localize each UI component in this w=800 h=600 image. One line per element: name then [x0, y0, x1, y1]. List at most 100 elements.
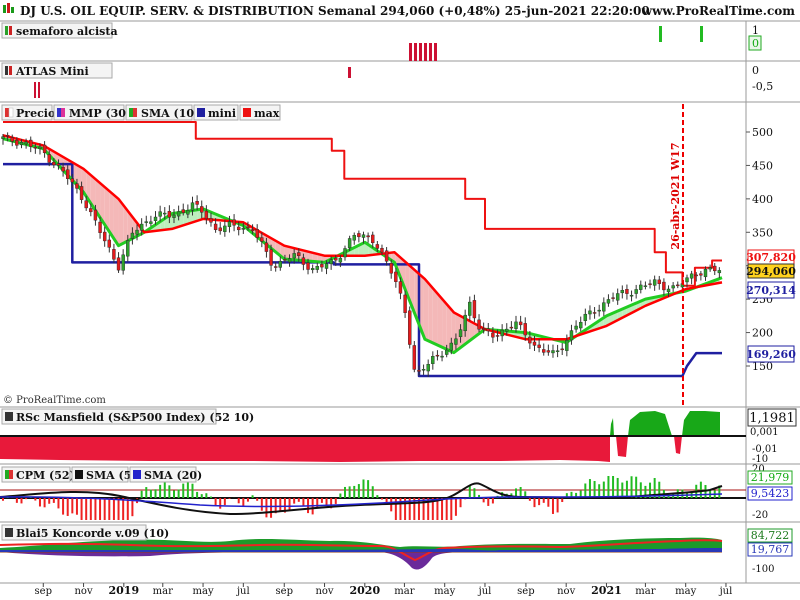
candle-body [380, 247, 384, 253]
cpm-bar [251, 495, 254, 498]
candle-body [153, 216, 158, 221]
cpm-bar [154, 489, 157, 498]
cpm-bar [163, 481, 166, 498]
candle-body [629, 294, 634, 297]
candle-body [551, 350, 555, 354]
koncorde-title: Blai5 Koncorde v.09 (10) [16, 527, 169, 540]
mansfield-legend[interactable]: RSc Mansfield (S&P500 Index) (52 10) [1, 408, 254, 425]
candle-body [449, 342, 454, 351]
candle-body [42, 144, 47, 154]
candle-body [611, 297, 615, 299]
cpm-bar [602, 481, 605, 498]
candle-body [172, 214, 176, 218]
cpm-legend-item[interactable]: CPM (52) [1, 466, 75, 483]
candle-body [555, 350, 560, 352]
cpm-bar [441, 498, 444, 520]
legend-item-max[interactable]: max [239, 104, 281, 121]
cpm-bar [630, 476, 633, 498]
candle-body [371, 234, 375, 244]
legend-item-mmp[interactable]: MMP (30) [53, 104, 131, 121]
cpm-bar [80, 498, 83, 520]
cpm-bar [75, 498, 78, 515]
max-value-label: 307,820 [746, 251, 796, 264]
candle-body [676, 284, 680, 287]
legend-item-precio[interactable]: Precio [1, 104, 55, 121]
koncorde-value-label: 84,722 [751, 529, 790, 542]
site-link[interactable]: www.ProRealTime.com [641, 4, 796, 18]
semaforo-legend[interactable]: semaforo alcista [1, 22, 118, 39]
candle-body [255, 229, 259, 238]
candle-body [440, 355, 444, 358]
cpm-sma5-legend-item[interactable]: SMA (5) [71, 466, 137, 483]
legend-item-sma[interactable]: SMA (10) [125, 104, 199, 121]
candle-body [537, 344, 541, 348]
candle-body [24, 141, 28, 145]
mansfield-ytick: 0,001 [750, 427, 779, 438]
candle-body [625, 289, 629, 294]
cpm-bar [616, 477, 619, 498]
x-axis: sep nov 2019 mar may jul sep nov 2020 mar may jul se… [35, 583, 733, 597]
candle-body [320, 264, 324, 268]
price-ytick-label: 350 [752, 226, 773, 239]
candle-body [713, 265, 717, 272]
candle-body [643, 285, 648, 287]
candle-body [542, 349, 546, 353]
cpm-sma20-legend-item[interactable]: SMA (20) [129, 466, 202, 483]
candle-body [75, 183, 79, 189]
cpm-bar [635, 476, 638, 498]
candle-body [250, 229, 255, 232]
cpm-bar [48, 498, 51, 504]
cpm-bar [612, 476, 615, 498]
candle-body [398, 281, 403, 294]
candle-body [685, 277, 689, 283]
stock-chart[interactable]: DJ U.S. OIL EQUIP. SERV. & DISTRIBUTION … [0, 0, 800, 600]
cpm-bar [205, 493, 208, 498]
cpm-bar [450, 498, 453, 520]
cpm-legend: CPM (52) SMA (5) SMA (20) [1, 466, 202, 483]
atlas-legend[interactable]: ATLAS Mini [1, 62, 113, 79]
x-tick-label: nov [74, 586, 92, 597]
x-tick-label: nov [315, 586, 333, 597]
cpm-bar [256, 498, 259, 501]
candle-body [273, 266, 278, 268]
candle-body [620, 290, 625, 294]
cpm-bar [71, 498, 74, 514]
candle-body [218, 227, 222, 232]
cpm-bar [588, 479, 591, 498]
header-bar: DJ U.S. OIL EQUIP. SERV. & DISTRIBUTION … [0, 0, 800, 20]
candle-body [666, 288, 671, 293]
legend-label-precio: Precio [16, 107, 55, 120]
candle-body [560, 348, 564, 351]
cpm-bar [62, 498, 65, 515]
candle-body [241, 227, 246, 230]
candle-body [509, 326, 514, 329]
x-tick-label: 2019 [109, 584, 140, 597]
x-tick-label: may [193, 586, 214, 597]
cpm-bar [320, 498, 323, 503]
cpm-bar [376, 495, 379, 498]
legend-label-max: max [254, 107, 280, 120]
koncorde-legend[interactable]: Blai5 Koncorde v.09 (10) [1, 524, 169, 541]
semaforo-panel: semaforo alcista 1 0 [1, 22, 762, 51]
x-tick-label: jul [236, 586, 250, 597]
candle-body [431, 356, 435, 364]
cpm-bar [293, 498, 296, 504]
cpm-bar [260, 498, 263, 511]
legend-item-mini[interactable]: mini [193, 104, 239, 121]
candle-body [444, 349, 449, 355]
cpm-bar [117, 498, 120, 520]
candle-body [389, 263, 393, 274]
candle-body [329, 259, 333, 265]
candle-body [486, 328, 490, 332]
cpm-bar [593, 481, 596, 498]
candle-body [38, 146, 42, 149]
candle-body [394, 271, 398, 282]
cpm-bar [297, 498, 300, 502]
x-tick-label: jul [719, 586, 733, 597]
candle-body [652, 279, 657, 286]
mansfield-panel: RSc Mansfield (S&P500 Index) (52 10) 1,1… [0, 408, 797, 465]
cpm-bar [43, 498, 46, 508]
candle-body [583, 313, 588, 321]
candle-body [463, 314, 467, 332]
cpm-panel: CPM (52) SMA (5) SMA (20) 20 21,979 9,54… [0, 464, 793, 521]
